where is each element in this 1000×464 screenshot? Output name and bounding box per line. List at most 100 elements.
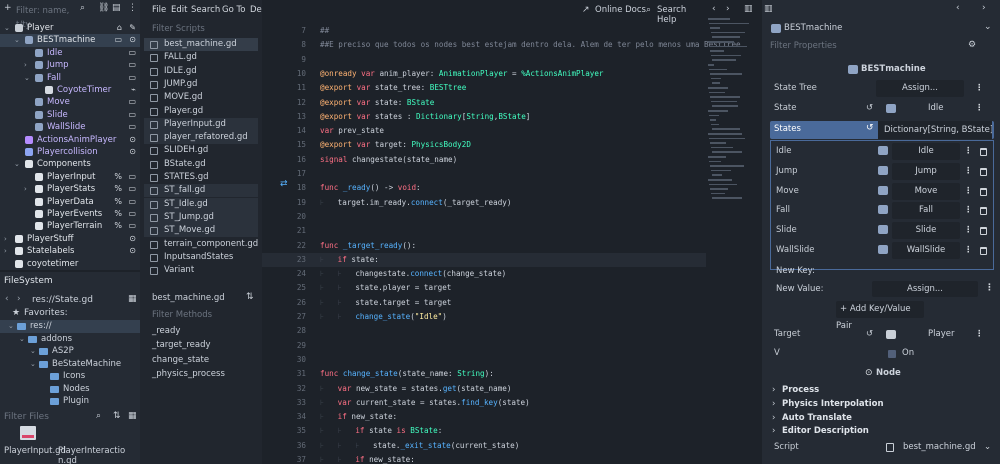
code-line[interactable]: 15 @export var target: PhysicsBody2D: [262, 138, 706, 152]
kebab-icon[interactable]: ⋮: [964, 201, 973, 221]
scene-tree-item[interactable]: ⌄ BESTmachine ⊙ ▭: [0, 34, 140, 47]
node-status-icon[interactable]: ⊙: [129, 134, 136, 146]
node-status-icon[interactable]: ▭: [128, 121, 136, 133]
code-line[interactable]: 16 signal changestate(state_name): [262, 153, 706, 167]
search-icon[interactable]: ⌕: [80, 3, 85, 13]
menu-edit[interactable]: Edit: [171, 5, 187, 15]
expand-arrow-icon[interactable]: ⌄: [19, 333, 25, 346]
history-back-icon[interactable]: ‹: [956, 3, 960, 13]
scene-tree-item[interactable]: ActionsAnimPlayer ⊙: [0, 134, 140, 146]
v-checkbox[interactable]: [888, 350, 896, 358]
code-line[interactable]: 27 ⊦ ⊦ change_state("Idle"): [262, 310, 706, 324]
expand-arrow-icon[interactable]: ›: [4, 245, 7, 257]
scene-tree-item[interactable]: PlayerInput ▭%: [0, 171, 140, 183]
code-line[interactable]: 30: [262, 353, 706, 367]
settings-icon[interactable]: ⚙: [968, 40, 976, 50]
code-line[interactable]: 18 func _ready() -> void:: [262, 181, 706, 195]
history-dropdown-icon[interactable]: ⌄: [984, 22, 992, 32]
code-line[interactable]: 10 @onready var anim_player: AnimationPla…: [262, 67, 706, 81]
node-status-icon[interactable]: ▭: [128, 109, 136, 121]
expand-arrow-icon[interactable]: ⌄: [30, 358, 36, 371]
dictionary-value[interactable]: Slide: [892, 222, 960, 240]
add-key-value-pair-button[interactable]: + Add Key/Value Pair: [836, 301, 924, 331]
scene-tree-item[interactable]: WallSlide ▭: [0, 121, 140, 133]
script-list-item[interactable]: ST_Idle.gd: [144, 197, 258, 211]
forward-icon[interactable]: ›: [17, 294, 21, 304]
node-status-icon[interactable]: %: [114, 183, 122, 195]
code-line[interactable]: 11 @export var state_tree: BESTtree: [262, 81, 706, 95]
add-node-icon[interactable]: +: [4, 3, 12, 13]
code-line[interactable]: 13 @export var states : Dictionary[String…: [262, 110, 706, 124]
scene-tree-item[interactable]: CoyoteTimer ⌁: [0, 84, 140, 96]
scene-tree-item[interactable]: › Jump ▭: [0, 59, 140, 71]
expand-arrow-icon[interactable]: ⌄: [4, 22, 10, 34]
scene-tree-item[interactable]: ⌄ Fall ▭: [0, 72, 140, 84]
node-status-icon[interactable]: %: [114, 196, 122, 208]
kebab-icon[interactable]: ⋮: [964, 142, 973, 162]
inspector-section[interactable]: › Auto Translate: [768, 411, 994, 425]
sort-icon[interactable]: ⇅: [246, 292, 254, 302]
script-list-item[interactable]: Variant: [144, 264, 258, 277]
script-list-item[interactable]: Player.gd: [144, 105, 258, 118]
trash-icon[interactable]: [980, 227, 987, 236]
expand-arrow-icon[interactable]: ›: [4, 233, 7, 245]
target-value[interactable]: Player: [928, 325, 954, 344]
script-list-item[interactable]: InputsandStates: [144, 251, 258, 264]
scene-tree-item[interactable]: PlayerEvents ▭%: [0, 208, 140, 220]
code-line[interactable]: 33 ⊦ var current_state = states.find_key(…: [262, 396, 706, 410]
search-help-button[interactable]: Search Help: [657, 5, 706, 25]
node-status-icon[interactable]: ▭: [128, 59, 136, 71]
dictionary-key[interactable]: Move: [776, 182, 799, 202]
node-status-icon[interactable]: ⊙: [129, 233, 136, 245]
code-line[interactable]: 19 ⊦ target.im_ready.connect(_target_read…: [262, 196, 706, 210]
dictionary-key[interactable]: Slide: [776, 221, 797, 241]
menu-file[interactable]: File: [152, 5, 166, 15]
node-status-icon[interactable]: %: [114, 220, 122, 232]
layout-icon[interactable]: ▦: [128, 294, 137, 304]
code-line[interactable]: 8 ##E preciso que todos os nodes best est…: [262, 38, 740, 52]
filesystem-item[interactable]: ⌄ BeStateMachine: [0, 358, 140, 371]
method-list-item[interactable]: _target_ready: [152, 340, 211, 350]
kebab-icon[interactable]: ⋮: [985, 283, 994, 293]
node-status-icon[interactable]: ▭: [114, 34, 122, 46]
panel-left-icon[interactable]: ▥: [744, 4, 753, 14]
code-line[interactable]: 23 ⊦ if state:: [262, 252, 706, 268]
script-list-item[interactable]: best_machine.gd: [144, 38, 258, 52]
scene-tree-item[interactable]: PlayerData ▭%: [0, 196, 140, 208]
dictionary-value[interactable]: Jump: [892, 162, 960, 180]
layout-icon[interactable]: ▦: [128, 411, 137, 421]
script-icon[interactable]: ▤: [112, 3, 121, 13]
online-docs-button[interactable]: Online Docs: [595, 5, 646, 15]
node-status-icon[interactable]: %: [114, 171, 122, 183]
node-status-icon[interactable]: ⊙: [129, 245, 136, 257]
search-help-icon[interactable]: ⌕: [646, 5, 651, 15]
kebab-icon[interactable]: ⋮: [975, 325, 984, 344]
trash-icon[interactable]: [980, 187, 987, 196]
back-icon[interactable]: ‹: [5, 294, 9, 304]
code-line[interactable]: 29: [262, 339, 706, 353]
code-line[interactable]: 9: [262, 53, 706, 67]
kebab-icon[interactable]: ⋮: [975, 99, 984, 118]
filesystem-item[interactable]: ⌄ addons: [0, 333, 140, 346]
script-list-item[interactable]: BState.gd: [144, 158, 258, 171]
node-status-icon[interactable]: ▭: [128, 208, 136, 220]
script-list-item[interactable]: IDLE.gd: [144, 65, 258, 78]
code-line[interactable]: 22 func _target_ready():: [262, 239, 706, 253]
inspector-section[interactable]: › Editor Description: [768, 424, 994, 438]
dictionary-key[interactable]: WallSlide: [776, 241, 815, 261]
search-icon[interactable]: ⌕: [96, 411, 101, 421]
dictionary-key[interactable]: Idle: [776, 142, 792, 162]
dictionary-value[interactable]: WallSlide: [892, 242, 960, 259]
property-states[interactable]: States ↺ Dictionary[String, BState] (siz: [770, 121, 994, 139]
next-icon[interactable]: ›: [726, 4, 730, 14]
code-line[interactable]: 7 ##: [262, 24, 706, 38]
panel-icon[interactable]: ▥: [764, 4, 773, 14]
code-line[interactable]: 32 ⊦ var new_state = states.get(state_nam…: [262, 382, 706, 396]
code-line[interactable]: 17: [262, 167, 706, 181]
state-value[interactable]: Idle: [928, 99, 944, 118]
script-value[interactable]: best_machine.gd: [903, 438, 976, 457]
kebab-icon[interactable]: ⋮: [964, 182, 973, 202]
node-status-icon[interactable]: ▭: [128, 47, 136, 59]
scene-tree-item[interactable]: › Statelabels ⊙: [0, 245, 140, 257]
expand-arrow-icon[interactable]: ⌄: [14, 158, 20, 170]
